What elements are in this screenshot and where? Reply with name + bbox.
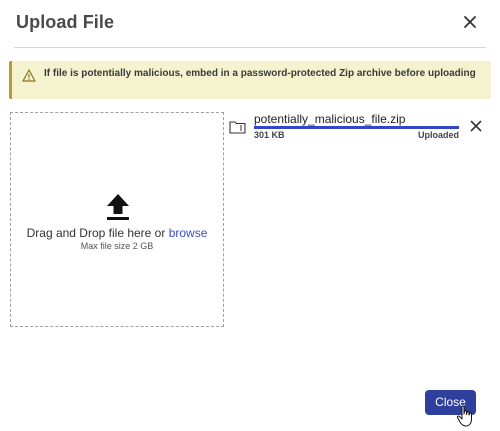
- folder-zip-icon: [229, 120, 246, 134]
- dialog-header: Upload File: [16, 10, 484, 36]
- upload-file-dialog: Upload File If file is potentially malic…: [0, 0, 500, 431]
- upload-progress-fill: [254, 126, 459, 129]
- close-button[interactable]: Close: [425, 390, 476, 415]
- file-size: 301 KB: [254, 130, 285, 140]
- warning-icon: [22, 69, 36, 82]
- dropzone-prompt: Drag and Drop file here or browse: [11, 226, 223, 240]
- file-status: Uploaded: [417, 130, 459, 140]
- file-dropzone[interactable]: Drag and Drop file here or browse Max fi…: [10, 112, 224, 327]
- header-divider: [14, 47, 486, 48]
- remove-file-icon[interactable]: [470, 120, 482, 132]
- warning-banner: If file is potentially malicious, embed …: [9, 61, 491, 99]
- upload-progress-bar: [254, 126, 459, 129]
- dialog-close-icon[interactable]: [462, 14, 478, 30]
- max-file-size: Max file size 2 GB: [80, 241, 154, 251]
- browse-link[interactable]: browse: [169, 226, 208, 240]
- uploaded-file-item: potentially_malicious_file.zip 301 KB Up…: [229, 112, 489, 146]
- upload-icon: [106, 193, 130, 221]
- dropzone-prompt-text: Drag and Drop file here or: [26, 226, 169, 240]
- dialog-title: Upload File: [16, 12, 115, 32]
- file-name: potentially_malicious_file.zip: [254, 112, 406, 126]
- warning-text: If file is potentially malicious, embed …: [44, 68, 476, 79]
